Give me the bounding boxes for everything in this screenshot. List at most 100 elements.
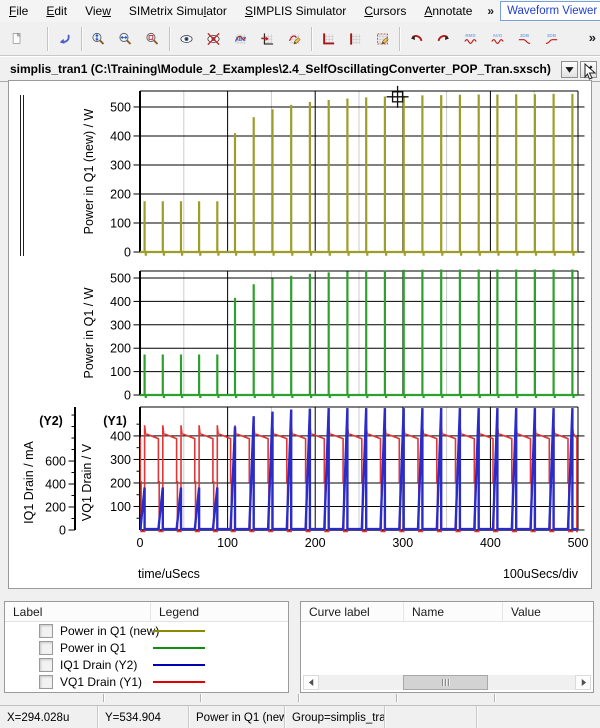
horizontal-scrollbar[interactable] [303, 675, 591, 690]
svg-text:400: 400 [110, 129, 131, 143]
status-segment-4 [385, 706, 477, 728]
legend-panel: Label Legend Power in Q1 (new)Power in Q… [4, 601, 289, 693]
svg-text:200: 200 [110, 187, 131, 201]
svg-text:300: 300 [110, 453, 131, 467]
svg-text:100: 100 [110, 216, 131, 230]
svg-text:400: 400 [110, 295, 131, 309]
menu-item-cursors[interactable]: Cursors [355, 1, 415, 21]
svg-text:(Y2): (Y2) [39, 414, 63, 428]
viewer-select-combo[interactable]: Waveform Viewer▼ [500, 1, 600, 21]
toolbar-button-edit-curve[interactable] [281, 25, 308, 52]
toolbar-button-add-curve[interactable] [254, 25, 281, 52]
legend-label: IQ1 Drain (Y2) [60, 658, 137, 672]
svg-text:200: 200 [305, 536, 326, 550]
svg-text:0: 0 [59, 524, 66, 538]
menu-item-simetrix-simulator[interactable]: SIMetrix Simulator [120, 1, 236, 21]
values-header-curve-label: Curve label [301, 602, 404, 621]
legend-row[interactable]: IQ1 Drain (Y2) [5, 656, 288, 673]
show-curve-icon [179, 27, 194, 51]
new-grid-icon [348, 27, 363, 51]
legend-label: VQ1 Drain (Y1) [60, 675, 142, 689]
legend-checkbox[interactable] [39, 641, 53, 655]
toolbar-button-new-grid[interactable] [342, 25, 369, 52]
toolbar-button-prev-curve[interactable] [403, 25, 430, 52]
toolbar-overflow-chevron[interactable]: » [589, 30, 596, 45]
menu-item-simplis-simulator[interactable]: SIMPLIS Simulator [236, 1, 355, 21]
scroll-right-arrow[interactable] [575, 675, 591, 690]
status-segment-5 [477, 706, 600, 728]
svg-text:3DB: 3DB [520, 33, 530, 38]
toolbar-button-hide-curve[interactable] [200, 25, 227, 52]
graph-window-title: simplis_tran1 (C:\Training\Module_2_Exam… [0, 62, 551, 76]
svg-text:0: 0 [124, 389, 131, 403]
panel-splitter-tick[interactable] [494, 694, 495, 702]
toolbar-button-lowpass-3db[interactable]: 3DB [511, 25, 538, 52]
panel-splitter-tick[interactable] [396, 694, 397, 702]
toolbar-button-show-curve[interactable] [173, 25, 200, 52]
waveform-viewer-window: FileEditViewSIMetrix SimulatorSIMPLIS Si… [0, 0, 600, 728]
svg-text:100: 100 [110, 365, 131, 379]
menu-item-file[interactable]: File [0, 1, 37, 21]
toolbar-button-highpass-3db[interactable]: 3DB [538, 25, 565, 52]
toolbar-button-new-graph[interactable] [4, 25, 31, 52]
svg-text:300: 300 [110, 318, 131, 332]
toolbar-button-curve-label[interactable]: ABC [227, 25, 254, 52]
scrollbar-track[interactable] [319, 675, 575, 690]
viewer-combo-label: Waveform Viewer [501, 5, 600, 17]
toolbar-button-rms[interactable]: RMS [457, 25, 484, 52]
toolbar-button-zoom-rect[interactable] [139, 25, 166, 52]
rms-icon: RMS [463, 27, 478, 51]
values-header-name: Name [404, 602, 503, 621]
curve-values-panel: Curve label Name Value [300, 601, 594, 693]
svg-text:0: 0 [137, 536, 144, 550]
zoom-rect-icon [145, 27, 160, 51]
menu-item-annotate[interactable]: Annotate [415, 1, 481, 21]
undo-icon [57, 27, 72, 51]
scroll-left-arrow[interactable] [303, 675, 319, 690]
edit-grid-icon [375, 27, 390, 51]
svg-text:100: 100 [217, 536, 238, 550]
lowpass-3db-icon: 3DB [517, 27, 532, 51]
panel-splitter-tick[interactable] [200, 694, 201, 702]
legend-checkbox[interactable] [39, 624, 53, 638]
legend-row[interactable]: VQ1 Drain (Y1) [5, 673, 288, 690]
graph-select-dropdown-button[interactable] [561, 61, 578, 78]
curve-label-icon: ABC [233, 27, 248, 51]
svg-text:IQ1 Drain / mA: IQ1 Drain / mA [22, 441, 36, 524]
toolbar-button-zoom-y-fit[interactable] [85, 25, 112, 52]
toolbar-separator [47, 27, 48, 51]
legend-row[interactable]: Power in Q1 [5, 639, 288, 656]
toolbar-button-undo[interactable] [51, 25, 78, 52]
svg-text:400: 400 [480, 536, 501, 550]
new-axis-icon [321, 27, 336, 51]
legend-checkbox[interactable] [39, 658, 53, 672]
legend-color-line [153, 630, 205, 632]
svg-text:500: 500 [568, 536, 589, 550]
menu-item-edit[interactable]: Edit [37, 1, 76, 21]
toolbar-button-new-axis[interactable] [315, 25, 342, 52]
panel-splitter-tick[interactable] [103, 694, 104, 702]
svg-text:AVG: AVG [493, 33, 503, 38]
toolbar-button-edit-grid[interactable] [369, 25, 396, 52]
highpass-3db-icon: 3DB [544, 27, 559, 51]
zoom-x-fit-icon [118, 27, 133, 51]
menu-overflow-chevron[interactable]: » [481, 4, 500, 18]
toolbar-button-dropdown-arrow[interactable] [31, 25, 44, 52]
legend-checkbox[interactable] [39, 675, 53, 689]
svg-text:100uSecs/div: 100uSecs/div [503, 567, 579, 581]
values-panel-header: Curve label Name Value [301, 602, 593, 622]
legend-color-line [153, 647, 205, 649]
menu-item-view[interactable]: View [76, 1, 120, 21]
svg-text:600: 600 [45, 455, 66, 469]
values-header-value: Value [503, 602, 593, 621]
toolbar-button-next-curve[interactable] [430, 25, 457, 52]
edit-curve-icon [287, 27, 302, 51]
waveform-plots[interactable]: 0100200300400500Power in Q1 (new) / W010… [8, 80, 592, 598]
toolbar-button-avg[interactable]: AVG [484, 25, 511, 52]
scrollbar-thumb[interactable] [403, 675, 487, 690]
graph-area[interactable]: 0100200300400500Power in Q1 (new) / W010… [8, 80, 592, 598]
panel-splitter-tick[interactable] [298, 694, 299, 702]
status-segment-1: Y=534.904 [98, 706, 189, 728]
toolbar-button-zoom-x-fit[interactable] [112, 25, 139, 52]
legend-row[interactable]: Power in Q1 (new) [5, 622, 288, 639]
